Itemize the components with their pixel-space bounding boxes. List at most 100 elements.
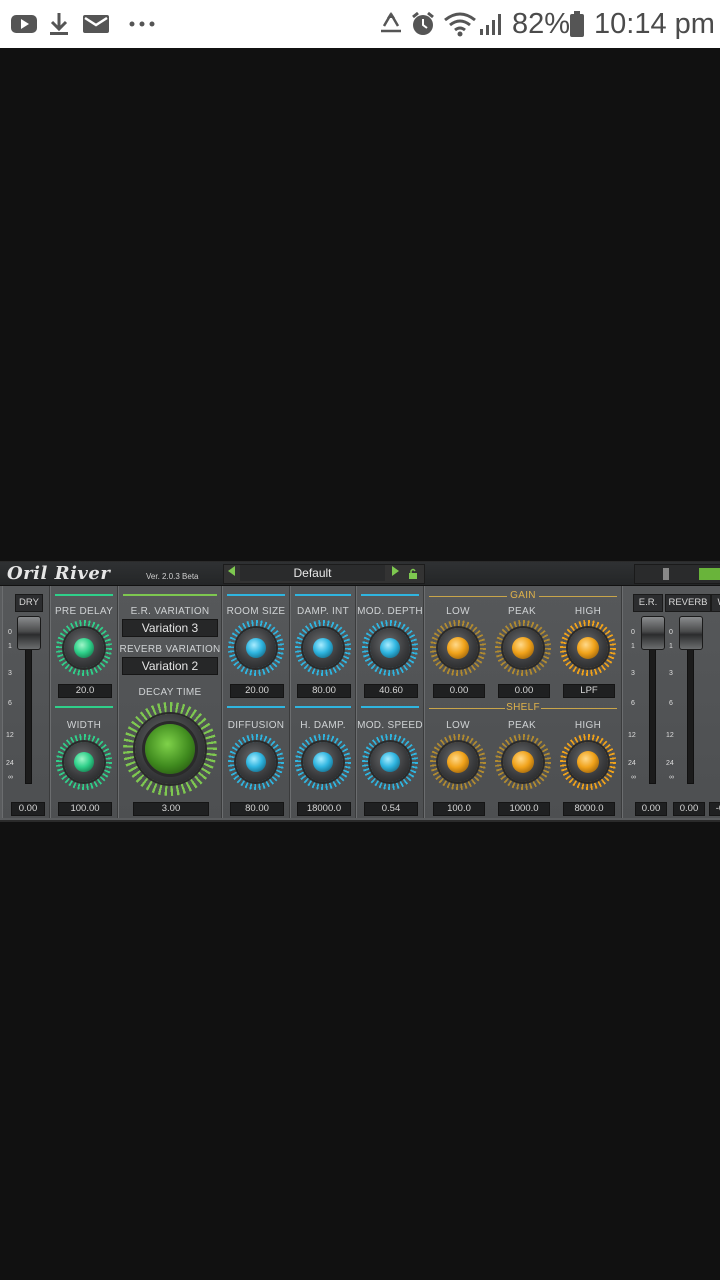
scale-mark: 24 [6, 760, 14, 767]
gain-high-knob[interactable] [560, 620, 616, 676]
er-value[interactable]: 0.00 [635, 802, 667, 816]
gain-low-value[interactable]: 0.00 [433, 684, 485, 698]
section-rule [123, 594, 217, 596]
variation-section: E.R. VARIATION Variation 3 REVERB VARIAT… [118, 586, 222, 818]
reverb-fader-handle[interactable] [679, 616, 703, 650]
shelf-high-label: HIGH [574, 720, 602, 731]
mod-depth-value[interactable]: 40.60 [364, 684, 418, 698]
scale-mark: 3 [669, 670, 673, 677]
room-size-value[interactable]: 20.00 [230, 684, 284, 698]
gain-high-label: HIGH [574, 606, 602, 617]
decay-time-value[interactable]: 3.00 [133, 802, 209, 816]
shelf-low-value[interactable]: 100.0 [433, 802, 485, 816]
section-rule [295, 706, 351, 708]
decay-time-label: DECAY TIME [138, 687, 202, 698]
reverb-button[interactable]: REVERB [665, 594, 711, 612]
pre-delay-value[interactable]: 20.0 [58, 684, 112, 698]
dry-value[interactable]: 0.00 [11, 802, 45, 816]
reverb-plugin-panel: Oril River Ver. 2.0.3 Beta Default DRY 0… [0, 561, 720, 822]
er-variation-label: E.R. VARIATION [130, 606, 210, 617]
shelf-low-label: LOW [446, 720, 470, 731]
battery-percent: 82% [512, 7, 571, 40]
gain-peak-knob[interactable] [495, 620, 551, 676]
h-damp-knob[interactable] [295, 734, 351, 790]
scale-mark: 6 [669, 700, 673, 707]
mod-depth-knob[interactable] [362, 620, 418, 676]
eq-section: GAIN LOW PEAK HIGH 0.00 0.00 LPF SHELF L… [424, 586, 622, 818]
section-rule [295, 594, 351, 596]
diffusion-knob[interactable] [228, 734, 284, 790]
room-size-section: ROOM SIZE 20.00 DIFFUSION 80.00 [222, 586, 290, 818]
scale-mark: ∞ [631, 774, 636, 781]
alarm-icon [410, 0, 436, 48]
h-damp-value[interactable]: 18000.0 [297, 802, 351, 816]
width-value[interactable]: 100.00 [58, 802, 112, 816]
plugin-logo: Oril River [7, 563, 111, 584]
scale-mark: 24 [666, 760, 674, 767]
scale-mark: 12 [6, 732, 14, 739]
mod-speed-label: MOD. SPEED [357, 720, 423, 731]
width-knob[interactable] [56, 734, 112, 790]
room-size-label: ROOM SIZE [226, 606, 286, 617]
mod-speed-knob[interactable] [362, 734, 418, 790]
diffusion-value[interactable]: 80.00 [230, 802, 284, 816]
dry-button[interactable]: DRY [15, 594, 43, 612]
section-rule [55, 706, 113, 708]
shelf-high-value[interactable]: 8000.0 [563, 802, 615, 816]
shelf-peak-knob[interactable] [495, 734, 551, 790]
shelf-peak-label: PEAK [508, 720, 536, 731]
dry-fader-handle[interactable] [17, 616, 41, 650]
reverb-value[interactable]: 0.00 [673, 802, 705, 816]
gain-peak-value[interactable]: 0.00 [498, 684, 550, 698]
scale-mark: 0 [631, 629, 635, 636]
diffusion-label: DIFFUSION [227, 720, 285, 731]
pre-delay-knob[interactable] [56, 620, 112, 676]
damp-int-knob[interactable] [295, 620, 351, 676]
wifi-icon [443, 0, 477, 48]
more-icon [128, 0, 156, 48]
scale-mark: 6 [8, 700, 12, 707]
damp-int-value[interactable]: 80.00 [297, 684, 351, 698]
scale-mark: 12 [628, 732, 636, 739]
lock-icon[interactable] [407, 567, 419, 585]
youtube-icon [10, 0, 38, 48]
er-fader-handle[interactable] [641, 616, 665, 650]
section-rule [361, 706, 419, 708]
damp-int-label: DAMP. INT [297, 606, 349, 617]
shelf-peak-value[interactable]: 1000.0 [498, 802, 550, 816]
output-meter [634, 564, 720, 584]
gain-low-label: LOW [446, 606, 470, 617]
gain-peak-label: PEAK [508, 606, 536, 617]
version-label: Ver. 2.0.3 Beta [146, 572, 199, 581]
er-button[interactable]: E.R. [633, 594, 663, 612]
preset-next-icon[interactable] [392, 566, 399, 576]
section-rule [227, 594, 285, 596]
mail-icon [82, 0, 110, 48]
gain-high-value[interactable]: LPF [563, 684, 615, 698]
wet-button[interactable]: W [711, 594, 720, 612]
scale-mark: ∞ [669, 774, 674, 781]
preset-prev-icon[interactable] [228, 566, 235, 576]
shelf-low-knob[interactable] [430, 734, 486, 790]
dry-section: DRY 0 1 3 6 12 24 ∞ 0.00 [2, 586, 50, 818]
scale-mark: 1 [631, 643, 635, 650]
scale-mark: 1 [8, 643, 12, 650]
wet-value[interactable]: -0 [709, 802, 720, 816]
section-rule [541, 708, 617, 709]
er-variation-select[interactable]: Variation 3 [122, 619, 218, 637]
status-bar: 82% 10:14 pm [0, 0, 720, 48]
preset-name[interactable]: Default [240, 565, 385, 581]
reverb-variation-select[interactable]: Variation 2 [122, 657, 218, 675]
gain-low-knob[interactable] [430, 620, 486, 676]
decay-time-knob[interactable] [123, 702, 217, 796]
section-rule [429, 596, 507, 597]
shelf-high-knob[interactable] [560, 734, 616, 790]
mod-speed-value[interactable]: 0.54 [364, 802, 418, 816]
plugin-header: Oril River Ver. 2.0.3 Beta Default [0, 562, 720, 586]
section-rule [227, 706, 285, 708]
scale-mark: 12 [666, 732, 674, 739]
scale-mark: 3 [8, 670, 12, 677]
scale-mark: 3 [631, 670, 635, 677]
room-size-knob[interactable] [228, 620, 284, 676]
battery-icon [569, 0, 585, 48]
